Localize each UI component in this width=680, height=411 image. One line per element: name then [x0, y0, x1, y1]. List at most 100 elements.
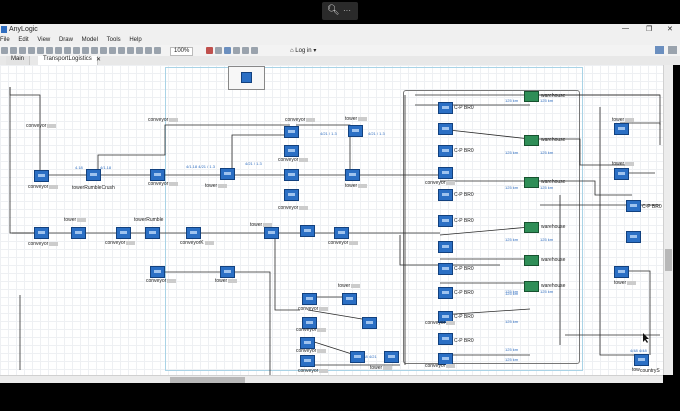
- conveyor-block[interactable]: [284, 126, 299, 138]
- cp-block[interactable]: [438, 189, 453, 201]
- tower-block[interactable]: [220, 266, 235, 278]
- magnifier-icon[interactable]: 🔍︎: [327, 5, 340, 16]
- more-icon[interactable]: ···: [343, 6, 351, 15]
- menu-edit[interactable]: Edit: [18, 37, 28, 43]
- conveyor-block[interactable]: [116, 227, 131, 239]
- block-label: conveyor: [148, 117, 179, 123]
- conveyor-block[interactable]: [300, 225, 315, 237]
- block-label: tower: [370, 365, 393, 371]
- cp-block[interactable]: [438, 123, 453, 135]
- tab-main[interactable]: Main: [6, 56, 31, 65]
- perspective-icon[interactable]: [655, 46, 664, 54]
- cp-block[interactable]: [438, 215, 453, 227]
- zoom-control[interactable]: 🔍︎ ···: [322, 2, 358, 20]
- tab-transportlogistics[interactable]: TransportLogistics: [38, 56, 98, 65]
- open-icon[interactable]: [10, 47, 17, 54]
- tower-block[interactable]: [614, 123, 629, 135]
- warehouse-block[interactable]: [524, 91, 539, 102]
- maximize-button[interactable]: ❐: [646, 25, 652, 33]
- conveyor-block[interactable]: [284, 169, 299, 181]
- save-icon[interactable]: [19, 47, 26, 54]
- snap-icon[interactable]: [242, 47, 249, 54]
- conveyor-block[interactable]: [150, 169, 165, 181]
- paste-icon[interactable]: [55, 47, 62, 54]
- grid-icon[interactable]: [224, 47, 231, 54]
- menu-model[interactable]: Model: [82, 37, 98, 43]
- cut-icon[interactable]: [37, 47, 44, 54]
- conveyor-block[interactable]: [34, 170, 49, 182]
- tower-block[interactable]: [350, 351, 365, 363]
- tower-rumble-block[interactable]: [145, 227, 160, 239]
- delete-icon[interactable]: [64, 47, 71, 54]
- color-icon[interactable]: [206, 47, 213, 54]
- block-label: tower: [64, 217, 87, 223]
- zoom-in-icon[interactable]: [145, 47, 152, 54]
- cp-block[interactable]: [626, 200, 641, 212]
- model-canvas[interactable]: 4.18 4/1.18 4/1.18 4/21 / 1.3 4/21 / 1.3…: [0, 65, 663, 375]
- conveyor-block[interactable]: [626, 231, 641, 243]
- save-all-icon[interactable]: [28, 47, 35, 54]
- build-icon[interactable]: [91, 47, 98, 54]
- cp-block[interactable]: [438, 333, 453, 345]
- conveyor-block[interactable]: [334, 227, 349, 239]
- close-button[interactable]: ✕: [667, 25, 673, 33]
- copy-icon[interactable]: [46, 47, 53, 54]
- warehouse-block[interactable]: [524, 255, 539, 266]
- cp-block[interactable]: [438, 287, 453, 299]
- tower-block[interactable]: [348, 125, 363, 137]
- cp-block[interactable]: [438, 102, 453, 114]
- debug-icon[interactable]: [109, 47, 116, 54]
- tower-block[interactable]: [264, 227, 279, 239]
- warehouse-block[interactable]: [524, 222, 539, 233]
- select-icon[interactable]: [127, 47, 134, 54]
- tower-block[interactable]: [342, 293, 357, 305]
- cp-block[interactable]: [438, 167, 453, 179]
- new-icon[interactable]: [1, 47, 8, 54]
- tower-block[interactable]: [384, 351, 399, 363]
- conveyor-block[interactable]: [302, 293, 317, 305]
- tower-crush-block[interactable]: [86, 169, 101, 181]
- tab-close-icon[interactable]: ✕: [96, 56, 101, 63]
- zoom-level[interactable]: 100%: [170, 47, 194, 56]
- pan-icon[interactable]: [136, 47, 143, 54]
- export-icon[interactable]: [118, 47, 125, 54]
- minimize-button[interactable]: —: [622, 25, 629, 32]
- layers-icon[interactable]: [251, 47, 258, 54]
- tower-block[interactable]: [345, 169, 360, 181]
- tower-block[interactable]: [614, 168, 629, 180]
- cp-block[interactable]: [438, 145, 453, 157]
- menu-draw[interactable]: Draw: [59, 37, 73, 43]
- menu-tools[interactable]: Tools: [107, 37, 121, 43]
- conveyor-block[interactable]: [634, 354, 649, 366]
- conveyor-block[interactable]: [186, 227, 201, 239]
- undo-icon[interactable]: [73, 47, 80, 54]
- tower-block[interactable]: [71, 227, 86, 239]
- tower-block[interactable]: [362, 317, 377, 329]
- align-icon[interactable]: [233, 47, 240, 54]
- conveyor-block[interactable]: [300, 355, 315, 367]
- conveyor-block[interactable]: [284, 145, 299, 157]
- warehouse-block[interactable]: [524, 135, 539, 146]
- conveyor-block[interactable]: [150, 266, 165, 278]
- menu-view[interactable]: View: [37, 37, 50, 43]
- conveyor-block[interactable]: [34, 227, 49, 239]
- warehouse-block[interactable]: [524, 281, 539, 292]
- conveyor-block[interactable]: [284, 189, 299, 201]
- tower-block[interactable]: [614, 266, 629, 278]
- login-link[interactable]: ⌂ Log in ▾: [290, 47, 316, 54]
- vertical-scrollbar[interactable]: [663, 65, 673, 375]
- warehouse-block[interactable]: [524, 177, 539, 188]
- menu-file[interactable]: File: [0, 37, 10, 43]
- block-label: tower: [250, 222, 273, 228]
- cp-block[interactable]: [438, 263, 453, 275]
- zoom-out-icon[interactable]: [154, 47, 161, 54]
- redo-icon[interactable]: [82, 47, 89, 54]
- palette-icon[interactable]: [215, 47, 222, 54]
- block-label: tower: [612, 161, 635, 167]
- tower-block[interactable]: [220, 168, 235, 180]
- vertical-scrollbar-thumb[interactable]: [665, 249, 672, 271]
- layout-icon[interactable]: [668, 46, 677, 54]
- cp-block[interactable]: [438, 241, 453, 253]
- menu-help[interactable]: Help: [129, 37, 141, 43]
- run-icon[interactable]: [100, 47, 107, 54]
